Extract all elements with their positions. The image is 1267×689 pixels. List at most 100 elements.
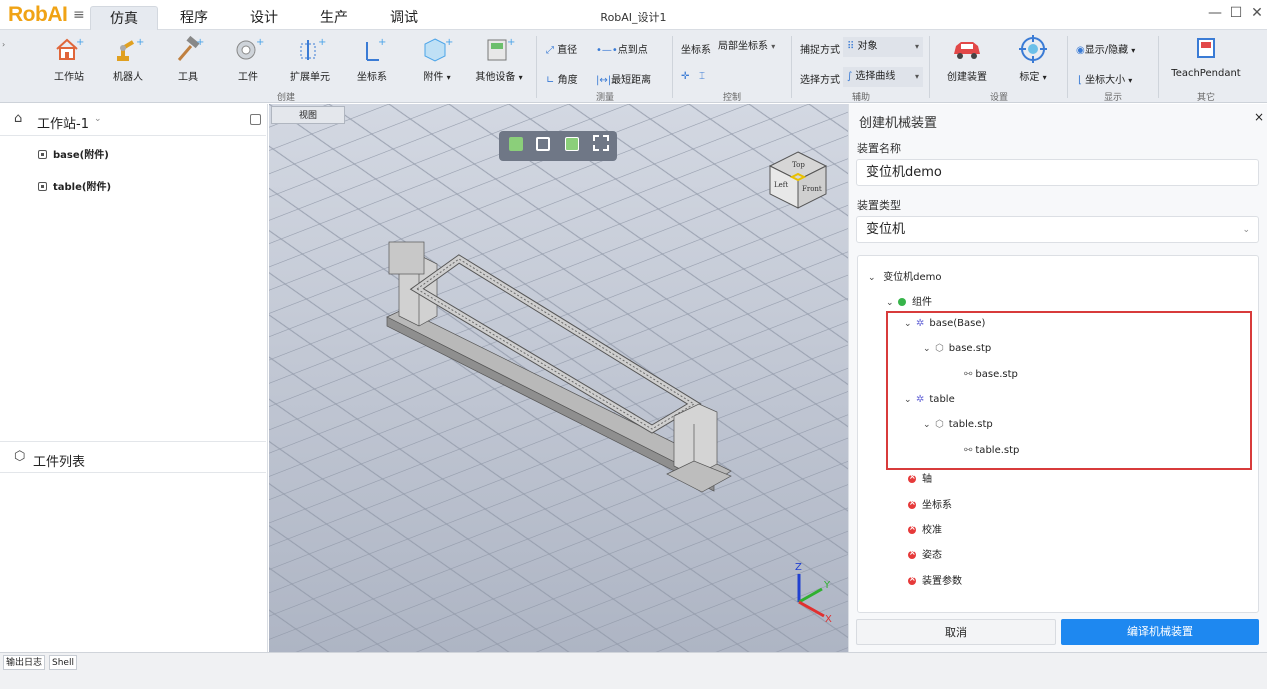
view-cube[interactable]: Top Left Front bbox=[766, 149, 830, 211]
tree-node-root[interactable]: ⌄ 变位机demo bbox=[868, 268, 942, 283]
assist-group-label: 辅助 bbox=[851, 93, 870, 103]
workpiece-button[interactable]: + 工件 bbox=[226, 34, 270, 83]
link-gear-icon: ✲ bbox=[916, 394, 925, 405]
separator bbox=[672, 36, 673, 98]
wireframe-view-icon[interactable] bbox=[536, 137, 550, 151]
tree-node-table[interactable]: ⌄ ✲ table bbox=[904, 394, 955, 405]
setup-group-label: 设置 bbox=[989, 93, 1008, 103]
tree-node-calibration[interactable]: 校准 bbox=[908, 521, 942, 536]
ribbon-collapse-icon[interactable]: › bbox=[2, 40, 5, 49]
viewport-scene: Z Y X bbox=[269, 104, 848, 652]
workstation-button[interactable]: + 工作站 bbox=[48, 34, 90, 83]
shell-tab[interactable]: Shell bbox=[49, 655, 77, 670]
axis-z-label: Z bbox=[795, 562, 802, 573]
create-group-label: 创建 bbox=[276, 93, 295, 103]
view-tab[interactable]: 视图 bbox=[271, 106, 345, 124]
svg-text:+: + bbox=[196, 37, 204, 48]
chevron-down-icon[interactable]: ⌄ bbox=[904, 395, 916, 405]
tree-node-axis[interactable]: 轴 bbox=[908, 470, 932, 485]
show-hide-button[interactable]: ◉显示/隐藏 ▾ bbox=[1076, 41, 1135, 56]
window-title: RobAI_设计1 bbox=[600, 11, 667, 24]
tree-item-table[interactable]: table(附件) bbox=[38, 178, 111, 193]
diameter-button[interactable]: ⤢ 直径 bbox=[546, 41, 577, 56]
tree-node-params[interactable]: 装置参数 bbox=[908, 572, 962, 587]
svg-text:+: + bbox=[445, 37, 453, 48]
tree-node-base[interactable]: ⌄ ✲ base(Base) bbox=[904, 318, 985, 329]
rotate-icon[interactable]: ⌶ bbox=[699, 71, 705, 82]
coord-system-select[interactable]: 局部坐标系 ▾ bbox=[714, 37, 786, 57]
attachment-button[interactable]: + 附件 ▾ bbox=[410, 34, 464, 83]
point-to-point-button[interactable]: •—•点到点 bbox=[596, 41, 648, 56]
tree-node-components[interactable]: ⌄ 组件 bbox=[886, 293, 932, 308]
maximize-button[interactable]: ☐ bbox=[1227, 5, 1245, 21]
extension-unit-label: 扩展单元 bbox=[290, 72, 330, 83]
home-icon: ⌂ bbox=[14, 111, 23, 126]
device-type-select[interactable]: 变位机 ⌄ bbox=[856, 216, 1259, 243]
curve-icon: ∫ bbox=[847, 71, 853, 82]
capture-mode-select[interactable]: ⠿ 对象 ▾ bbox=[843, 37, 923, 57]
target-icon bbox=[1019, 35, 1047, 63]
tree-item-base[interactable]: base(附件) bbox=[38, 146, 109, 161]
close-button[interactable]: ✕ bbox=[1248, 5, 1266, 21]
device-structure-tree: ⌄ 变位机demo ⌄ 组件 ⌄ ✲ base(Base) ⌄ ⬡ base.stp ⚯ b… bbox=[857, 255, 1259, 613]
coordinate-system-button[interactable]: + 坐标系 bbox=[350, 34, 394, 83]
cancel-button[interactable]: 取消 bbox=[856, 619, 1056, 645]
panel-close-icon[interactable]: × bbox=[1254, 110, 1264, 124]
chevron-down-icon[interactable]: ⌄ bbox=[923, 420, 935, 430]
view-toolbar bbox=[499, 131, 617, 161]
svg-text:+: + bbox=[76, 37, 84, 48]
move-icon[interactable]: ✛ bbox=[681, 71, 689, 82]
other-equipment-button[interactable]: + 其他设备 ▾ bbox=[470, 34, 528, 83]
device-name-input[interactable]: 变位机demo bbox=[856, 159, 1259, 186]
shaded-view-icon[interactable] bbox=[565, 137, 579, 151]
cube-top-label: Top bbox=[792, 161, 805, 169]
create-device-panel: 创建机械装置 × 装置名称 变位机demo 装置类型 变位机 ⌄ ⌄ 变位机dem… bbox=[848, 104, 1267, 652]
calibrate-button[interactable]: 标定 ▾ bbox=[1008, 34, 1058, 83]
separator bbox=[536, 36, 537, 98]
cube-icon: + bbox=[424, 37, 453, 62]
tree-node-table-stp[interactable]: ⌄ ⬡ table.stp bbox=[923, 419, 993, 430]
chevron-down-icon[interactable]: ⌄ bbox=[886, 298, 898, 308]
fit-view-icon[interactable] bbox=[593, 135, 609, 151]
tree-node-table-stp-child[interactable]: ⚯ table.stp bbox=[964, 445, 1019, 456]
3d-viewport[interactable]: Z Y X 视图 Top Left Front bbox=[269, 104, 848, 652]
solid-view-icon[interactable] bbox=[509, 137, 523, 151]
tree-node-coords[interactable]: 坐标系 bbox=[908, 496, 952, 511]
cube-front-label: Front bbox=[802, 185, 822, 193]
workstation-label: 工作站 bbox=[54, 72, 84, 83]
angle-button[interactable]: ∟ 角度 bbox=[546, 71, 578, 86]
select-mode-select[interactable]: ∫ 选择曲线 ▾ bbox=[843, 67, 923, 87]
app-window: RobAI ≡ 仿真 程序 设计 生产 调试 RobAI_设计1 — ☐ ✕ ›… bbox=[0, 0, 1267, 689]
teach-pendant-button[interactable]: TeachPendant bbox=[1166, 34, 1246, 79]
other-equipment-label: 其他设备 bbox=[475, 72, 516, 83]
axis-x-label: X bbox=[825, 614, 832, 625]
tree-node-base-stp-child[interactable]: ⚯ base.stp bbox=[964, 369, 1018, 380]
output-log-tab[interactable]: 输出日志 bbox=[3, 655, 46, 670]
status-error-icon bbox=[908, 574, 916, 585]
parts-list-title: 工件列表 bbox=[33, 455, 86, 470]
chevron-down-icon[interactable]: ⌄ bbox=[923, 344, 935, 354]
status-error-icon bbox=[908, 523, 916, 534]
tool-button[interactable]: + 工具 bbox=[166, 34, 210, 83]
coord-size-button[interactable]: ⌊ 坐标大小 ▾ bbox=[1078, 71, 1132, 86]
chevron-down-icon[interactable]: ⌄ bbox=[904, 319, 916, 329]
chevron-down-icon[interactable]: ⌄ bbox=[868, 273, 880, 283]
robot-button[interactable]: + 机器人 bbox=[106, 34, 150, 83]
panel-toggle-icon[interactable] bbox=[250, 114, 261, 125]
parts-list-header[interactable]: ⬡ 工件列表 bbox=[0, 441, 266, 473]
car-icon bbox=[954, 42, 980, 59]
teach-pendant-label: TeachPendant bbox=[1171, 68, 1241, 79]
tool-label: 工具 bbox=[178, 72, 198, 83]
tree-node-pose[interactable]: 姿态 bbox=[908, 546, 942, 561]
create-device-button[interactable]: 创建装置 bbox=[942, 34, 992, 83]
tree-node-base-stp[interactable]: ⌄ ⬡ base.stp bbox=[923, 343, 991, 354]
extension-unit-button[interactable]: + 扩展单元 bbox=[286, 34, 334, 83]
display-group-label: 显示 bbox=[1103, 93, 1122, 103]
chevron-down-icon[interactable]: ⌄ bbox=[94, 114, 102, 124]
workstation-header[interactable]: ⌂ 工作站-1 ⌄ bbox=[0, 104, 266, 136]
shortest-distance-button[interactable]: |↔|最短距离 bbox=[596, 71, 651, 86]
separator bbox=[1067, 36, 1068, 98]
minimize-button[interactable]: — bbox=[1206, 5, 1224, 21]
compile-device-button[interactable]: 编译机械装置 bbox=[1061, 619, 1259, 645]
coord-system-label: 坐标系 bbox=[681, 45, 711, 56]
